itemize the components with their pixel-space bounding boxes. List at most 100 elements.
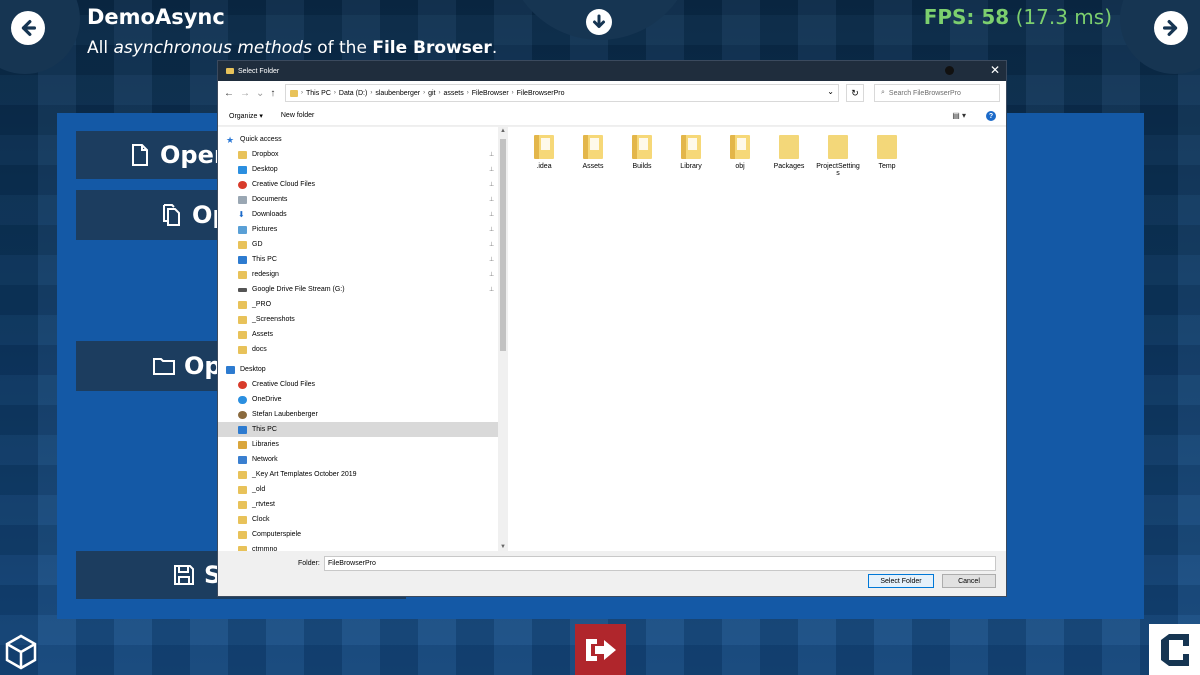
breadcrumb-assets[interactable]: assets bbox=[443, 90, 463, 97]
folder-item-label: Builds bbox=[632, 163, 652, 170]
nav-item[interactable]: _Key Art Templates October 2019 bbox=[218, 467, 498, 482]
folder-item[interactable]: Library bbox=[669, 135, 713, 170]
nav-item[interactable]: OneDrive bbox=[218, 392, 498, 407]
folder-item-label: Assets bbox=[582, 163, 604, 170]
recent-dropdown-icon[interactable]: ⌄ bbox=[256, 88, 264, 99]
back-arrow-icon[interactable]: ← bbox=[224, 88, 234, 99]
nav-item[interactable]: Documents ⊥ bbox=[218, 192, 498, 207]
unity-logo-icon bbox=[5, 634, 37, 670]
folder-item[interactable]: Packages bbox=[767, 135, 811, 170]
pin-icon[interactable]: ⊥ bbox=[489, 286, 494, 293]
folder-item[interactable]: ProjectSettings bbox=[816, 135, 860, 177]
lib-icon bbox=[238, 440, 247, 449]
select-folder-dialog: Select Folder ✕ ← → ⌄ ↑ › This PC › Data… bbox=[217, 60, 1007, 597]
app-icon bbox=[945, 66, 954, 75]
breadcrumb-this-pc[interactable]: This PC bbox=[306, 90, 331, 97]
folder-item[interactable]: Builds bbox=[620, 135, 664, 170]
next-button[interactable] bbox=[1154, 11, 1188, 45]
nav-item[interactable]: ctrnmno bbox=[218, 542, 498, 551]
nav-item[interactable]: Creative Cloud Files ⊥ bbox=[218, 177, 498, 192]
folder-item[interactable]: .idea bbox=[522, 135, 566, 170]
folder-name-input[interactable]: FileBrowserPro bbox=[324, 556, 996, 571]
scroll-up-icon[interactable]: ▲ bbox=[500, 128, 506, 134]
up-arrow-icon[interactable]: ↑ bbox=[270, 88, 275, 99]
folder-icon bbox=[238, 345, 247, 354]
chevron-right-icon: › bbox=[333, 90, 336, 96]
help-icon[interactable]: ? bbox=[986, 111, 996, 121]
pin-icon[interactable]: ⊥ bbox=[489, 241, 494, 248]
nav-item[interactable]: _Screenshots bbox=[218, 312, 498, 327]
nav-item[interactable]: docs bbox=[218, 342, 498, 357]
folder-item-label: Packages bbox=[773, 163, 805, 170]
nav-item[interactable]: _old bbox=[218, 482, 498, 497]
nav-item[interactable]: Desktop bbox=[218, 362, 498, 377]
nav-item-label: Creative Cloud Files bbox=[252, 181, 316, 188]
nav-item[interactable]: _rtvtest bbox=[218, 497, 498, 512]
pin-icon[interactable]: ⊥ bbox=[489, 181, 494, 188]
folder-item[interactable]: obj bbox=[718, 135, 762, 170]
pc-icon bbox=[238, 425, 247, 434]
nav-item[interactable]: Google Drive File Stream (G:) ⊥ bbox=[218, 282, 498, 297]
nav-item[interactable]: ⬇ Downloads ⊥ bbox=[218, 207, 498, 222]
nav-item[interactable]: Dropbox ⊥ bbox=[218, 147, 498, 162]
subtitle-prefix: All bbox=[87, 38, 114, 58]
nav-item[interactable]: Network bbox=[218, 452, 498, 467]
pin-icon[interactable]: ⊥ bbox=[489, 196, 494, 203]
nav-item-label: Stefan Laubenberger bbox=[252, 411, 318, 418]
navigation-scrollbar[interactable]: ▲ ▼ bbox=[498, 127, 508, 551]
nav-item[interactable]: redesign ⊥ bbox=[218, 267, 498, 282]
nav-item-label: Libraries bbox=[252, 441, 279, 448]
close-button[interactable]: ✕ bbox=[990, 63, 1000, 77]
nav-item[interactable]: Clock bbox=[218, 512, 498, 527]
nav-item[interactable]: Assets bbox=[218, 327, 498, 342]
organize-menu[interactable]: Organize ▾ bbox=[229, 112, 263, 120]
pin-icon[interactable]: ⊥ bbox=[489, 151, 494, 158]
cancel-button[interactable]: Cancel bbox=[942, 574, 996, 588]
pin-icon[interactable]: ⊥ bbox=[489, 271, 494, 278]
dialog-footer: Folder: FileBrowserPro Select Folder Can… bbox=[218, 551, 1006, 596]
exit-button[interactable] bbox=[575, 624, 626, 675]
nav-item-label: Downloads bbox=[252, 211, 287, 218]
search-input[interactable]: ⌕ Search FileBrowserPro bbox=[874, 84, 1000, 102]
folder-item[interactable]: Assets bbox=[571, 135, 615, 170]
nav-item[interactable]: _PRO bbox=[218, 297, 498, 312]
nav-item[interactable]: This PC ⊥ bbox=[218, 252, 498, 267]
pin-icon[interactable]: ⊥ bbox=[489, 256, 494, 263]
nav-item[interactable]: GD ⊥ bbox=[218, 237, 498, 252]
nav-item-label: Desktop bbox=[240, 366, 266, 373]
dialog-titlebar[interactable]: Select Folder ✕ bbox=[218, 61, 1006, 81]
brand-logo-icon bbox=[1160, 633, 1189, 666]
folder-icon bbox=[238, 240, 247, 249]
pin-icon[interactable]: ⊥ bbox=[489, 211, 494, 218]
breadcrumb-filebrowser[interactable]: FileBrowser bbox=[472, 90, 509, 97]
refresh-button[interactable]: ↻ bbox=[846, 84, 864, 102]
pic-icon bbox=[238, 225, 247, 234]
select-folder-button[interactable]: Select Folder bbox=[868, 574, 934, 588]
nav-item[interactable]: ★ Quick access bbox=[218, 132, 498, 147]
download-button[interactable] bbox=[586, 9, 612, 35]
folder-icon bbox=[828, 135, 848, 159]
nav-item[interactable]: Computerspiele bbox=[218, 527, 498, 542]
scrollbar-thumb[interactable] bbox=[500, 139, 506, 351]
nav-item[interactable]: This PC bbox=[218, 422, 498, 437]
breadcrumb-filebrowserpro[interactable]: FileBrowserPro bbox=[517, 90, 565, 97]
forward-arrow-icon[interactable]: → bbox=[240, 88, 250, 99]
breadcrumb-git[interactable]: git bbox=[428, 90, 435, 97]
view-options-icon[interactable]: ▤ ▾ bbox=[952, 111, 966, 120]
pin-icon[interactable]: ⊥ bbox=[489, 166, 494, 173]
breadcrumb-slaubenberger[interactable]: slaubenberger bbox=[375, 90, 420, 97]
folder-item[interactable]: Temp bbox=[865, 135, 909, 170]
pin-icon[interactable]: ⊥ bbox=[489, 226, 494, 233]
new-folder-button[interactable]: New folder bbox=[281, 112, 314, 119]
back-button[interactable] bbox=[11, 11, 45, 45]
demo-title: DemoAsync bbox=[87, 5, 225, 29]
nav-item[interactable]: Libraries bbox=[218, 437, 498, 452]
nav-item[interactable]: Desktop ⊥ bbox=[218, 162, 498, 177]
chevron-down-icon[interactable]: ⌄ bbox=[827, 87, 834, 96]
nav-item[interactable]: Pictures ⊥ bbox=[218, 222, 498, 237]
scroll-down-icon[interactable]: ▼ bbox=[500, 544, 506, 550]
breadcrumb-data-d[interactable]: Data (D:) bbox=[339, 90, 367, 97]
address-bar[interactable]: › This PC › Data (D:) › slaubenberger › … bbox=[285, 84, 839, 102]
nav-item[interactable]: Stefan Laubenberger bbox=[218, 407, 498, 422]
nav-item[interactable]: Creative Cloud Files bbox=[218, 377, 498, 392]
